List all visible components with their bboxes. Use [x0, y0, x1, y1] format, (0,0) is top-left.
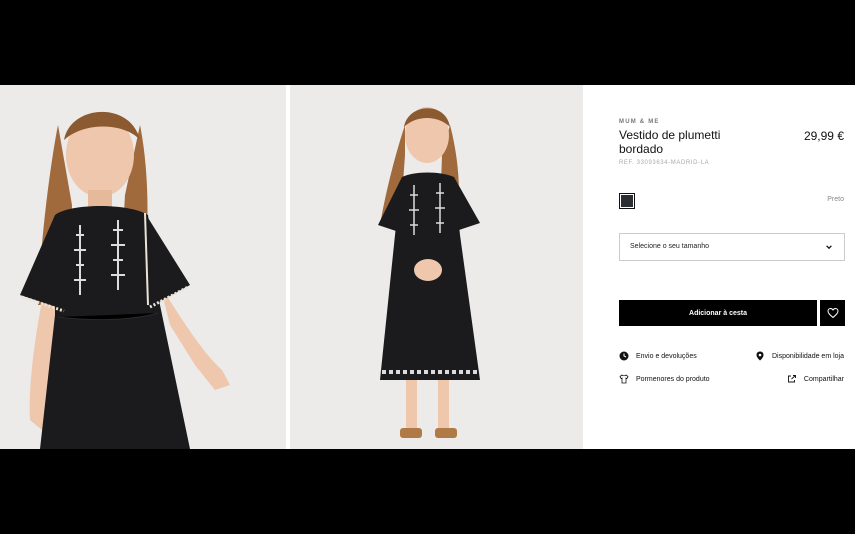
- model-fullbody-illustration: [290, 85, 583, 449]
- product-price: 29,99 €: [803, 129, 844, 143]
- store-availability-label: Disponibilidade em loja: [772, 352, 844, 360]
- share-icon: [787, 375, 796, 383]
- heart-icon: [826, 307, 839, 319]
- share-label: Compartilhar: [803, 375, 844, 383]
- product-details-label: Pormenores do produto: [636, 375, 710, 383]
- tshirt-icon: [619, 374, 629, 384]
- size-select[interactable]: Selecione o seu tamanho: [619, 233, 845, 261]
- model-closeup-illustration: [0, 85, 286, 449]
- size-select-label: Selecione o seu tamanho: [630, 243, 709, 250]
- color-name: Preto: [827, 196, 844, 203]
- product-photo-fullbody[interactable]: [290, 85, 583, 449]
- favorite-button[interactable]: [820, 300, 845, 326]
- shipping-returns-label: Envio e devoluções: [636, 352, 697, 360]
- product-info-panel: MUM & ME Vestido de plumetti bordado 29,…: [583, 85, 855, 449]
- letterbox-bottom: [0, 449, 855, 534]
- color-swatch[interactable]: [619, 193, 635, 209]
- brand-label: MUM & ME: [619, 119, 660, 125]
- chevron-down-icon: [826, 245, 832, 250]
- location-pin-icon: [756, 351, 764, 361]
- product-reference: REF. 33093634-MADRID-LA: [619, 160, 710, 166]
- product-title: Vestido de plumetti bordado: [619, 128, 721, 156]
- product-page: MUM & ME Vestido de plumetti bordado 29,…: [0, 85, 855, 449]
- share-link[interactable]: Compartilhar: [787, 374, 844, 384]
- product-details-link[interactable]: Pormenores do produto: [619, 374, 710, 384]
- letterbox-top: [0, 0, 855, 85]
- add-to-cart-button[interactable]: Adicionar à cesta: [619, 300, 817, 326]
- product-photo-closeup[interactable]: [0, 85, 286, 449]
- shipping-returns-link[interactable]: Envio e devoluções: [619, 351, 697, 361]
- clock-icon: [619, 351, 629, 361]
- store-availability-link[interactable]: Disponibilidade em loja: [755, 351, 844, 361]
- color-swatch-fill: [621, 195, 633, 207]
